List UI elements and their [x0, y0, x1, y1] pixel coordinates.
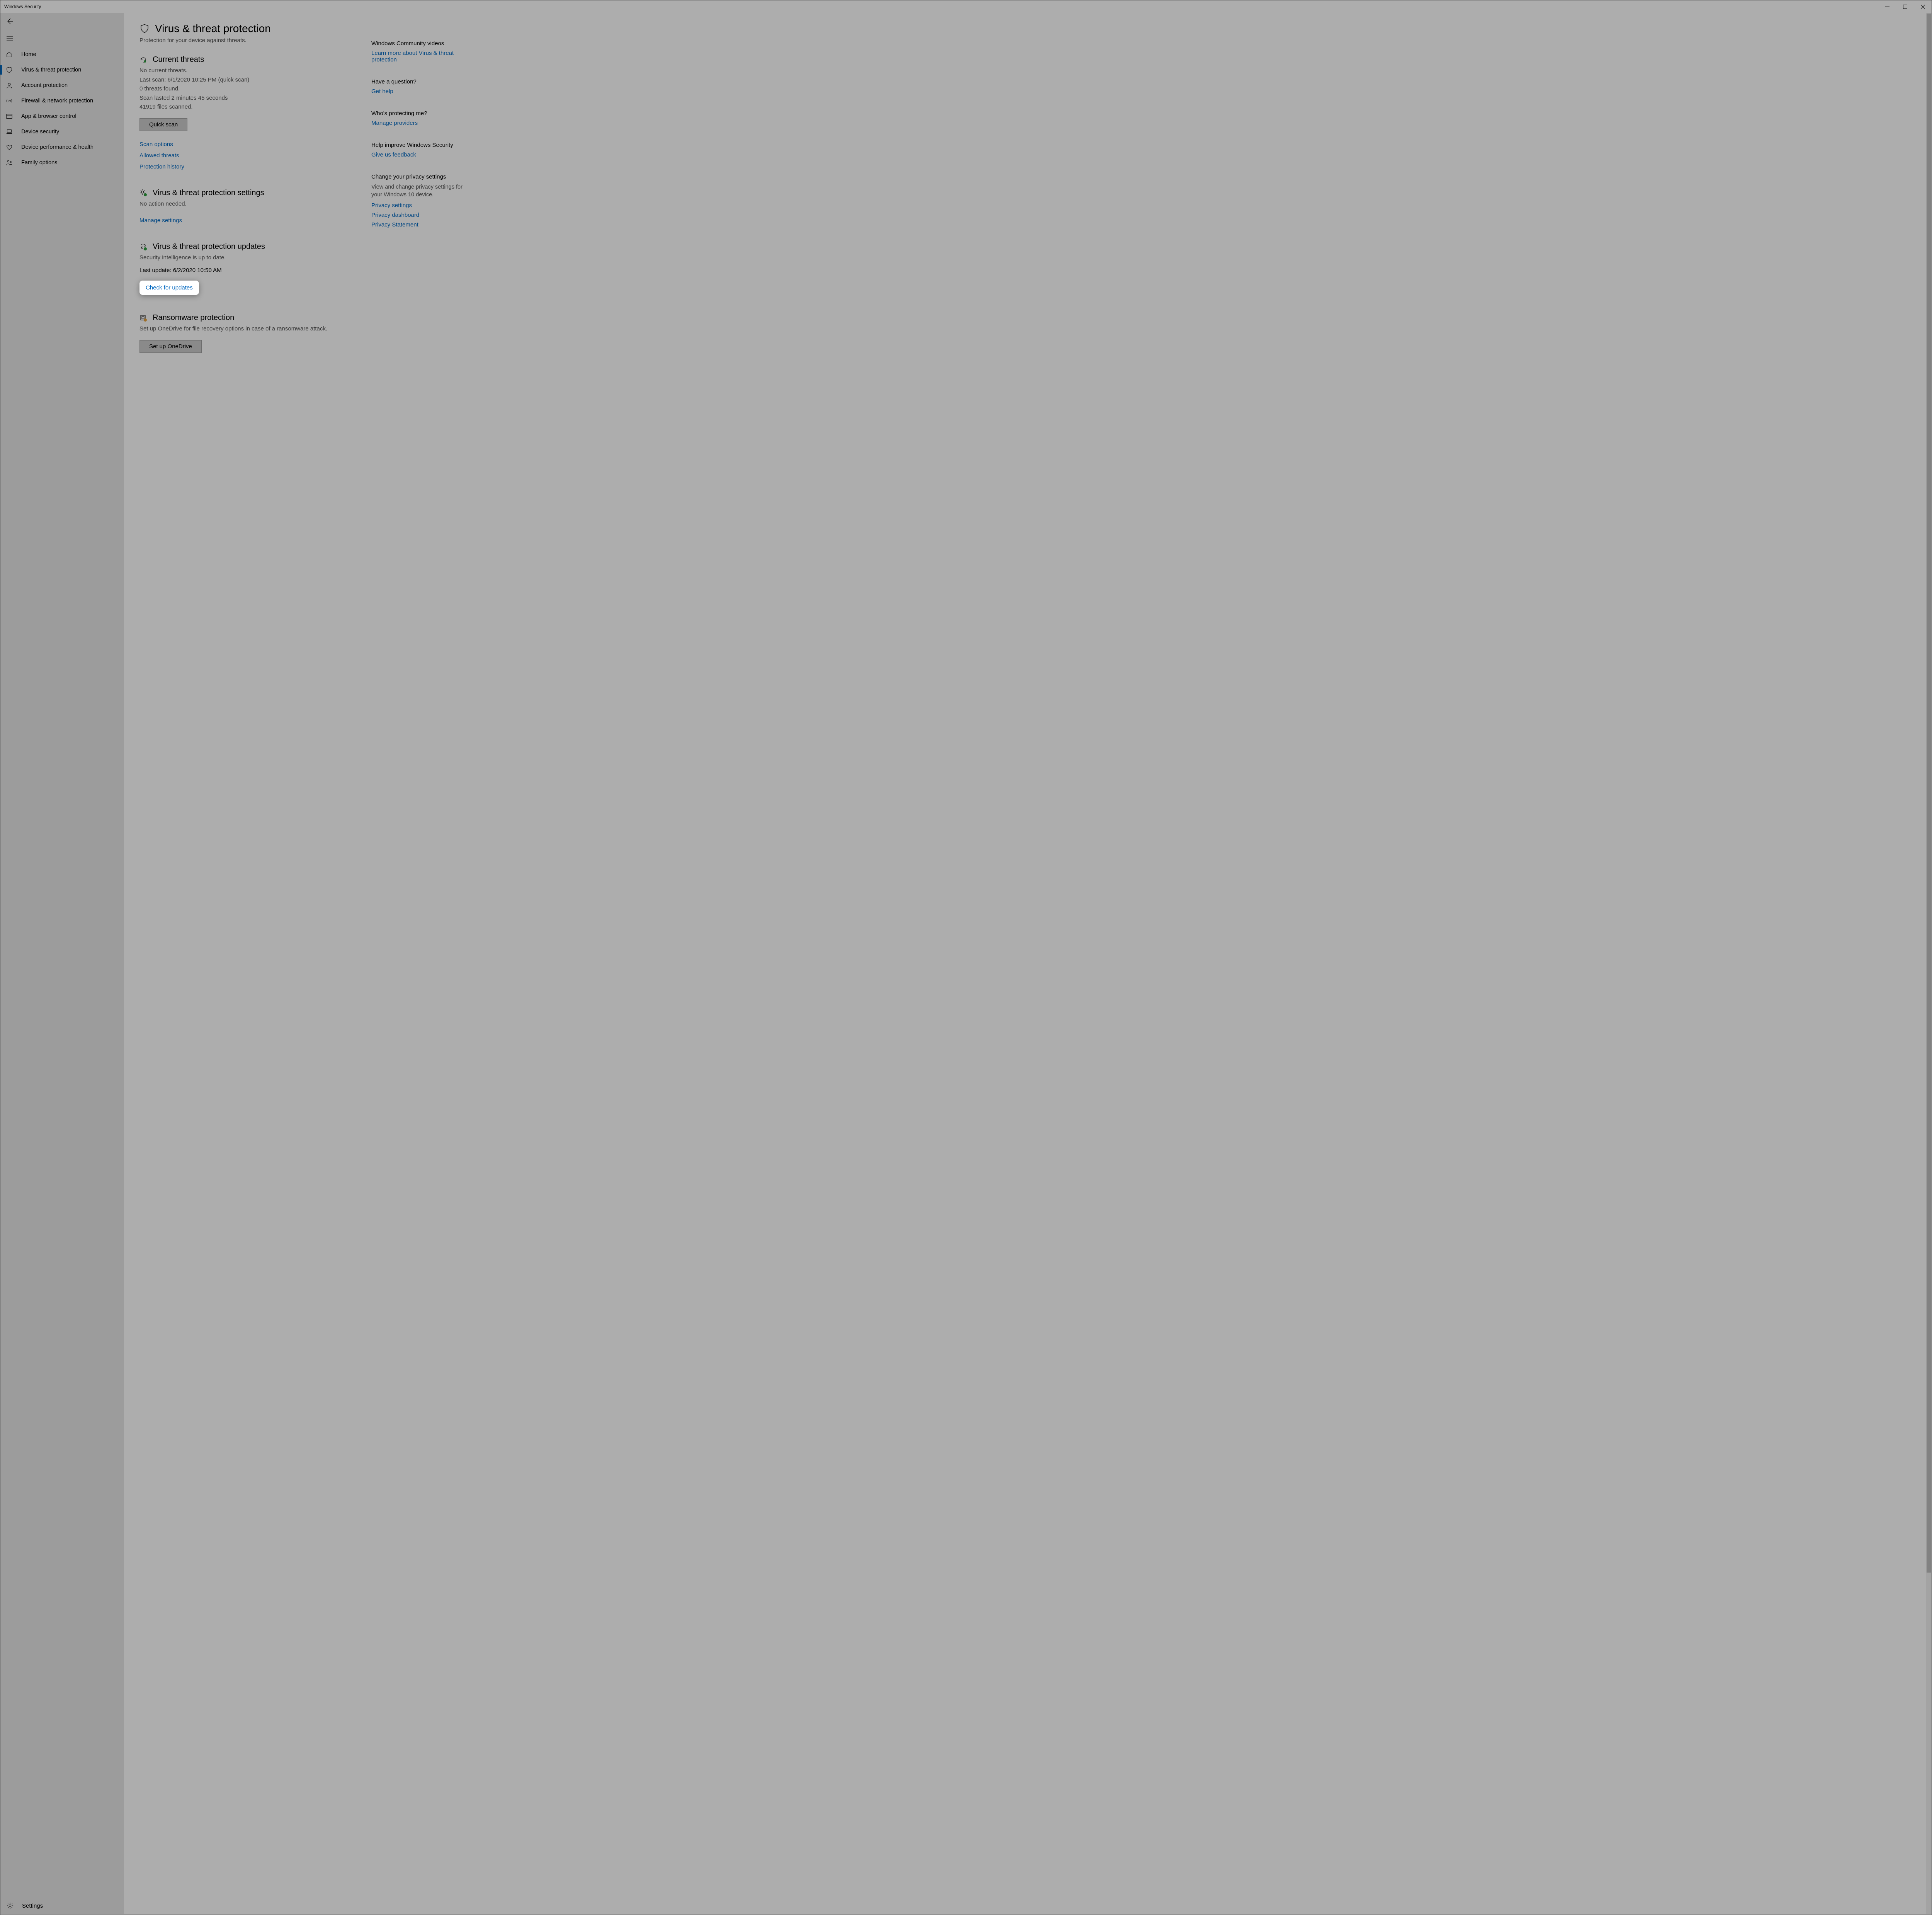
settings-heading: Virus & threat protection settings: [139, 189, 364, 197]
sidebar-item-account[interactable]: Account protection: [0, 78, 124, 93]
nav: Home Virus & threat protection Account p…: [0, 47, 124, 1897]
last-scan-line: Last scan: 6/1/2020 10:25 PM (quick scan…: [139, 76, 364, 85]
sidebar-item-virus[interactable]: Virus & threat protection: [0, 62, 124, 78]
hamburger-icon: [6, 34, 14, 42]
get-help-link[interactable]: Get help: [371, 88, 468, 95]
sidebar-item-home[interactable]: Home: [0, 47, 124, 62]
heart-icon: [4, 143, 14, 151]
protection-history-link[interactable]: Protection history: [139, 163, 364, 170]
laptop-icon: [4, 128, 14, 136]
sidebar-item-firewall[interactable]: Firewall & network protection: [0, 93, 124, 109]
back-arrow-icon: [6, 17, 14, 25]
gear-ok-icon: [139, 189, 147, 197]
scan-options-link[interactable]: Scan options: [139, 141, 364, 148]
privacy-statement-link[interactable]: Privacy Statement: [371, 221, 468, 228]
window: Windows Security Home Virus & t: [0, 0, 1932, 1915]
sidebar-item-label: Virus & threat protection: [21, 67, 81, 73]
last-update-line: Last update: 6/2/2020 10:50 AM: [139, 266, 364, 275]
files-scanned-line: 41919 files scanned.: [139, 103, 364, 112]
privacy-heading: Change your privacy settings: [371, 174, 468, 180]
shield-icon: [139, 24, 150, 34]
current-threats-heading: Current threats: [139, 55, 364, 64]
improve-heading: Help improve Windows Security: [371, 142, 468, 148]
question-heading: Have a question?: [371, 78, 468, 85]
sidebar-item-label: Account protection: [21, 82, 68, 89]
sidebar-item-label: Home: [21, 51, 36, 58]
page-title: Virus & threat protection: [139, 22, 364, 35]
heading-text: Ransomware protection: [153, 313, 234, 322]
aside: Windows Community videos Learn more abou…: [364, 30, 468, 1903]
manage-providers-link[interactable]: Manage providers: [371, 120, 468, 126]
privacy-settings-link[interactable]: Privacy settings: [371, 202, 468, 209]
content: Virus & threat protection Protection for…: [139, 22, 364, 1903]
sidebar-item-label: Family options: [21, 160, 57, 166]
protecting-heading: Who's protecting me?: [371, 110, 468, 117]
scrollbar-thumb[interactable]: [1927, 14, 1931, 1573]
sidebar-item-device-security[interactable]: Device security: [0, 124, 124, 140]
update-status-line: Security intelligence is up to date.: [139, 254, 364, 262]
home-icon: [4, 50, 14, 59]
sidebar-item-family[interactable]: Family options: [0, 155, 124, 170]
gear-icon: [5, 1901, 14, 1910]
ransomware-text: Set up OneDrive for file recovery option…: [139, 325, 364, 334]
manage-settings-link[interactable]: Manage settings: [139, 217, 364, 224]
updates-heading: Virus & threat protection updates: [139, 242, 364, 251]
settings-status-line: No action needed.: [139, 200, 364, 209]
window-buttons: [1878, 0, 1932, 13]
titlebar: Windows Security: [0, 0, 1932, 13]
heading-text: Virus & threat protection settings: [153, 189, 264, 197]
sidebar-item-label: App & browser control: [21, 113, 77, 119]
close-button[interactable]: [1914, 0, 1932, 13]
heading-text: Current threats: [153, 55, 204, 64]
quick-scan-button[interactable]: Quick scan: [139, 118, 187, 131]
body: Home Virus & threat protection Account p…: [0, 13, 1932, 1914]
sidebar-item-label: Device performance & health: [21, 144, 94, 150]
update-icon: [139, 243, 147, 251]
scrollbar[interactable]: [1926, 13, 1932, 1914]
person-icon: [4, 81, 14, 90]
community-heading: Windows Community videos: [371, 40, 468, 47]
shield-icon: [4, 66, 14, 74]
check-updates-link[interactable]: Check for updates: [139, 281, 199, 295]
sidebar-item-settings[interactable]: Settings: [0, 1897, 124, 1914]
sidebar-item-label: Device security: [21, 129, 59, 135]
setup-onedrive-button[interactable]: Set up OneDrive: [139, 340, 202, 353]
minimize-button[interactable]: [1878, 0, 1896, 13]
sidebar-item-app-browser[interactable]: App & browser control: [0, 109, 124, 124]
ransomware-icon: [139, 314, 147, 322]
page-subtitle: Protection for your device against threa…: [139, 37, 364, 44]
community-link[interactable]: Learn more about Virus & threat protecti…: [371, 50, 468, 63]
heading-text: Virus & threat protection updates: [153, 242, 265, 251]
back-button[interactable]: [0, 13, 124, 30]
window-title: Windows Security: [4, 4, 41, 9]
maximize-button[interactable]: [1896, 0, 1914, 13]
scan-icon: [139, 56, 147, 64]
main: Virus & threat protection Protection for…: [124, 13, 1932, 1914]
allowed-threats-link[interactable]: Allowed threats: [139, 152, 364, 159]
antenna-icon: [4, 97, 14, 105]
menu-button[interactable]: [0, 30, 124, 47]
threat-status-line: No current threats.: [139, 66, 364, 75]
scan-duration-line: Scan lasted 2 minutes 45 seconds: [139, 94, 364, 103]
sidebar-item-label: Firewall & network protection: [21, 98, 93, 104]
sidebar: Home Virus & threat protection Account p…: [0, 13, 124, 1914]
settings-label: Settings: [22, 1903, 43, 1909]
feedback-link[interactable]: Give us feedback: [371, 151, 468, 158]
sidebar-item-performance[interactable]: Device performance & health: [0, 140, 124, 155]
family-icon: [4, 158, 14, 167]
ransomware-heading: Ransomware protection: [139, 313, 364, 322]
window-icon: [4, 112, 14, 121]
privacy-dashboard-link[interactable]: Privacy dashboard: [371, 212, 468, 218]
threats-found-line: 0 threats found.: [139, 85, 364, 94]
page-title-text: Virus & threat protection: [155, 22, 271, 35]
privacy-text: View and change privacy settings for you…: [371, 183, 468, 199]
